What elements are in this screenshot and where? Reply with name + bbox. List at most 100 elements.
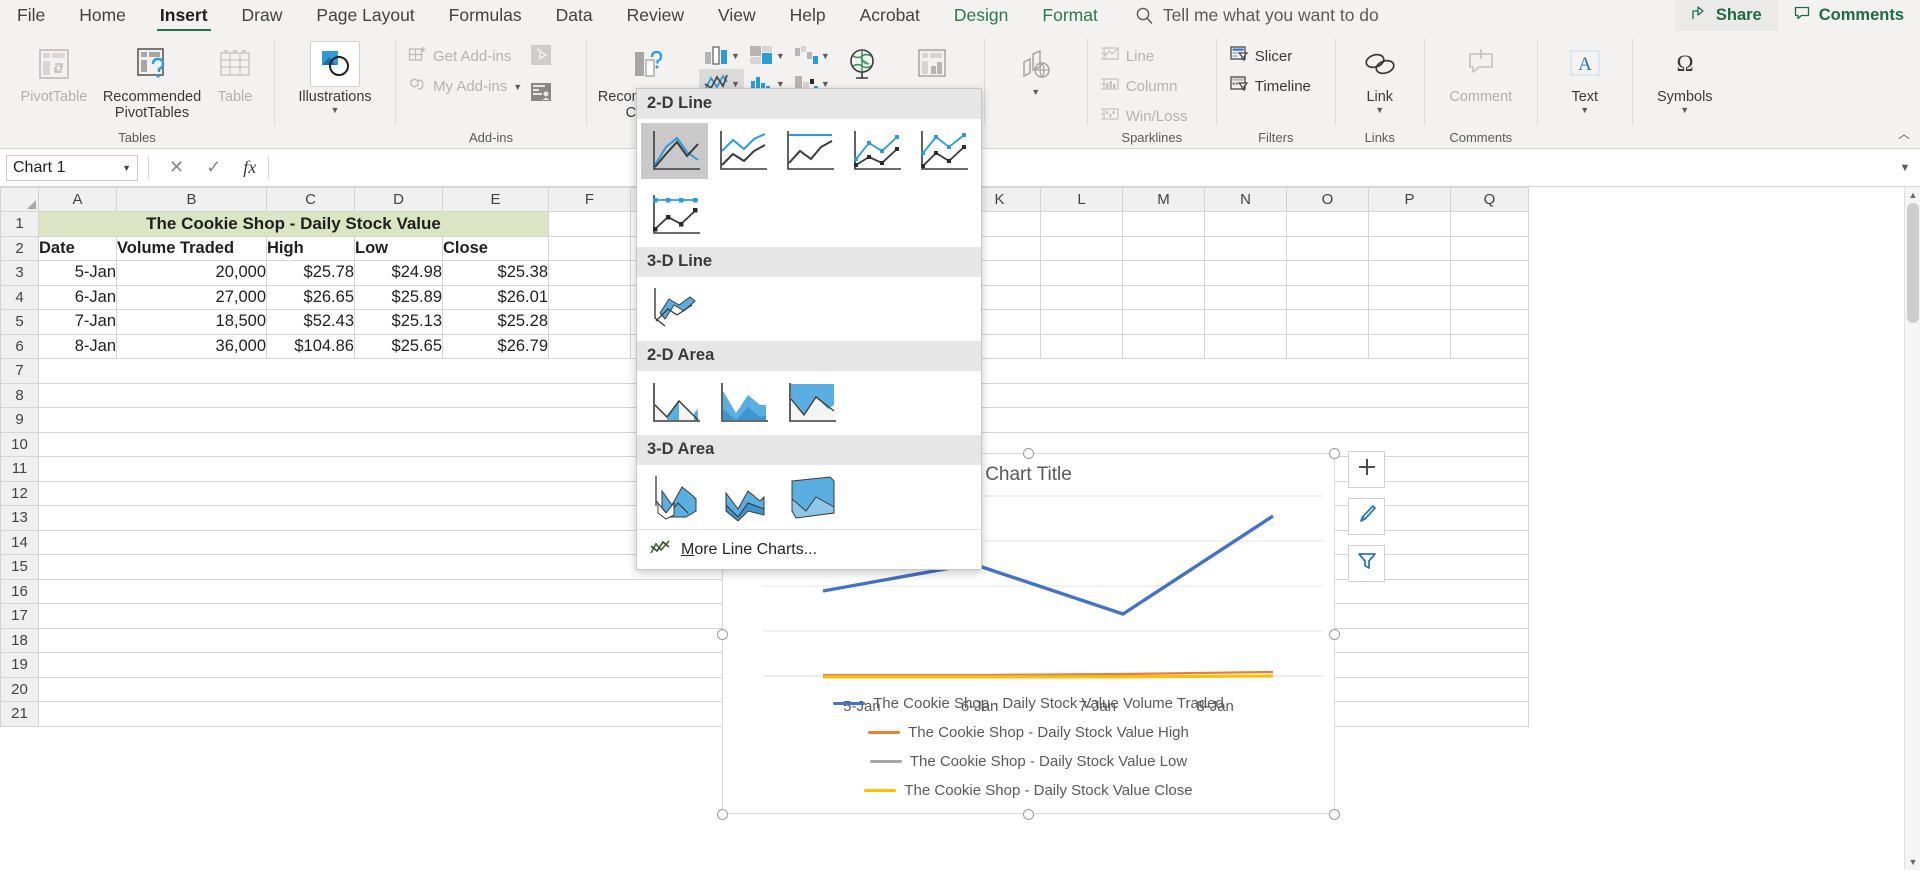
tab-data[interactable]: Data [539, 0, 610, 31]
cell-l6[interactable] [1040, 333, 1123, 359]
scrollbar-thumb[interactable] [1907, 203, 1919, 323]
row-header-9[interactable]: 9 [0, 407, 39, 433]
slicer-button[interactable]: Slicer [1225, 41, 1315, 71]
cell-m6[interactable] [1122, 333, 1205, 359]
chart-handle-middle-right[interactable] [1329, 629, 1340, 640]
cell-c6[interactable]: $104.86 [266, 333, 355, 359]
row-header-13[interactable]: 13 [0, 505, 39, 531]
chevron-down-icon[interactable]: ▼ [513, 82, 522, 91]
hierarchy-chart-icon[interactable]: ▼ [744, 41, 789, 69]
cell-q5[interactable] [1450, 309, 1529, 335]
column-header-p[interactable]: P [1368, 187, 1451, 212]
row-header-11[interactable]: 11 [0, 456, 39, 482]
table-button[interactable]: Table [204, 37, 266, 105]
recommended-pivottables-button[interactable]: Recommended PivotTables [100, 37, 204, 121]
cell-q1[interactable] [1450, 211, 1529, 237]
column-header-o[interactable]: O [1286, 187, 1369, 212]
cell-n1[interactable] [1204, 211, 1287, 237]
chart-handle-bottom-left[interactable] [717, 809, 728, 820]
cell-a4[interactable]: 6-Jan [38, 284, 117, 310]
expand-formula-bar-icon[interactable]: ▼ [1890, 162, 1920, 174]
chevron-down-icon[interactable]: ▼ [776, 51, 785, 60]
comments-button[interactable]: Comments [1778, 0, 1920, 31]
row-header-4[interactable]: 4 [0, 284, 39, 310]
cell-f6[interactable] [548, 333, 631, 359]
3d-map-button[interactable]: ▼ [993, 37, 1079, 97]
fx-icon[interactable]: fx [243, 157, 256, 178]
chart-handle-top-center[interactable] [1023, 448, 1034, 459]
get-addins-button[interactable]: Get Add-ins [404, 41, 526, 71]
chevron-down-icon[interactable]: ▼ [821, 79, 830, 88]
chart-handle-bottom-center[interactable] [1023, 809, 1034, 820]
cell-f2[interactable] [548, 235, 631, 261]
row-header-3[interactable]: 3 [0, 260, 39, 286]
cell-n4[interactable] [1204, 284, 1287, 310]
cell-f5[interactable] [548, 309, 631, 335]
cell-n3[interactable] [1204, 260, 1287, 286]
row-header-19[interactable]: 19 [0, 652, 39, 678]
cell-a3[interactable]: 5-Jan [38, 260, 117, 286]
row-header-7[interactable]: 7 [0, 358, 39, 384]
cell-o5[interactable] [1286, 309, 1369, 335]
line-2d-icon[interactable] [641, 123, 709, 179]
vertical-scrollbar[interactable]: ▲ ▼ [1904, 187, 1920, 870]
column-chart-icon[interactable]: ▼ [699, 41, 744, 69]
column-header-f[interactable]: F [548, 187, 631, 212]
tab-acrobat[interactable]: Acrobat [843, 0, 937, 31]
text-button[interactable]: A Text ▼ [1546, 37, 1624, 115]
cell-l5[interactable] [1040, 309, 1123, 335]
illustrations-button[interactable]: Illustrations ▼ [283, 37, 387, 115]
chevron-down-icon[interactable]: ▼ [1375, 106, 1384, 115]
cell-f3[interactable] [548, 260, 631, 286]
row-header-17[interactable]: 17 [0, 603, 39, 629]
cell-l3[interactable] [1040, 260, 1123, 286]
cell-p6[interactable] [1368, 333, 1451, 359]
cell-f1[interactable] [548, 211, 631, 237]
cell-l4[interactable] [1040, 284, 1123, 310]
cell-p3[interactable] [1368, 260, 1451, 286]
cancel-icon[interactable]: ✕ [169, 157, 184, 178]
legend-item[interactable]: The Cookie Shop - Daily Stock Value Volu… [723, 689, 1334, 718]
chevron-down-icon[interactable]: ▼ [1580, 106, 1589, 115]
tab-insert[interactable]: Insert [143, 0, 225, 33]
row-header-8[interactable]: 8 [0, 382, 39, 408]
people-graph-icon[interactable] [528, 80, 554, 109]
cell-q6[interactable] [1450, 333, 1529, 359]
cell-d3[interactable]: $24.98 [354, 260, 443, 286]
waterfall-chart-icon[interactable]: ▼ [789, 41, 834, 69]
column-header-e[interactable]: E [442, 187, 549, 212]
enter-icon[interactable]: ✓ [206, 157, 221, 178]
cell-c3[interactable]: $25.78 [266, 260, 355, 286]
tab-help[interactable]: Help [773, 0, 843, 31]
cell-o6[interactable] [1286, 333, 1369, 359]
cell-e5[interactable]: $25.28 [442, 309, 549, 335]
stacked-area-2d-icon[interactable] [709, 375, 777, 431]
row-header-15[interactable]: 15 [0, 554, 39, 580]
column-header-m[interactable]: M [1122, 187, 1205, 212]
100-stacked-line-2d-icon[interactable] [775, 123, 842, 179]
chart-handle-middle-left[interactable] [717, 629, 728, 640]
stacked-area-3d-icon[interactable] [709, 469, 777, 525]
chevron-down-icon[interactable]: ▼ [1031, 88, 1040, 97]
bing-maps-icon[interactable] [528, 43, 554, 72]
cell-l1[interactable] [1040, 211, 1123, 237]
chevron-down-icon[interactable]: ▼ [731, 79, 740, 88]
cell-d5[interactable]: $25.13 [354, 309, 443, 335]
legend-item[interactable]: The Cookie Shop - Daily Stock Value Low [723, 747, 1334, 776]
column-header-b[interactable]: B [116, 187, 267, 212]
cell-o1[interactable] [1286, 211, 1369, 237]
column-header-l[interactable]: L [1040, 187, 1123, 212]
tab-file[interactable]: File [0, 0, 62, 31]
cell-m1[interactable] [1122, 211, 1205, 237]
cell-m2[interactable] [1122, 235, 1205, 261]
row-header-21[interactable]: 21 [0, 701, 39, 727]
cell-e4[interactable]: $26.01 [442, 284, 549, 310]
cell-b5[interactable]: 18,500 [116, 309, 267, 335]
select-all-corner[interactable] [0, 187, 39, 212]
share-button[interactable]: Share [1674, 0, 1778, 31]
chevron-down-icon[interactable]: ▼ [731, 51, 740, 60]
tab-review[interactable]: Review [610, 0, 701, 31]
cell-a2[interactable]: Date [38, 235, 117, 261]
pivotchart-button[interactable] [890, 37, 976, 87]
cell-d4[interactable]: $25.89 [354, 284, 443, 310]
